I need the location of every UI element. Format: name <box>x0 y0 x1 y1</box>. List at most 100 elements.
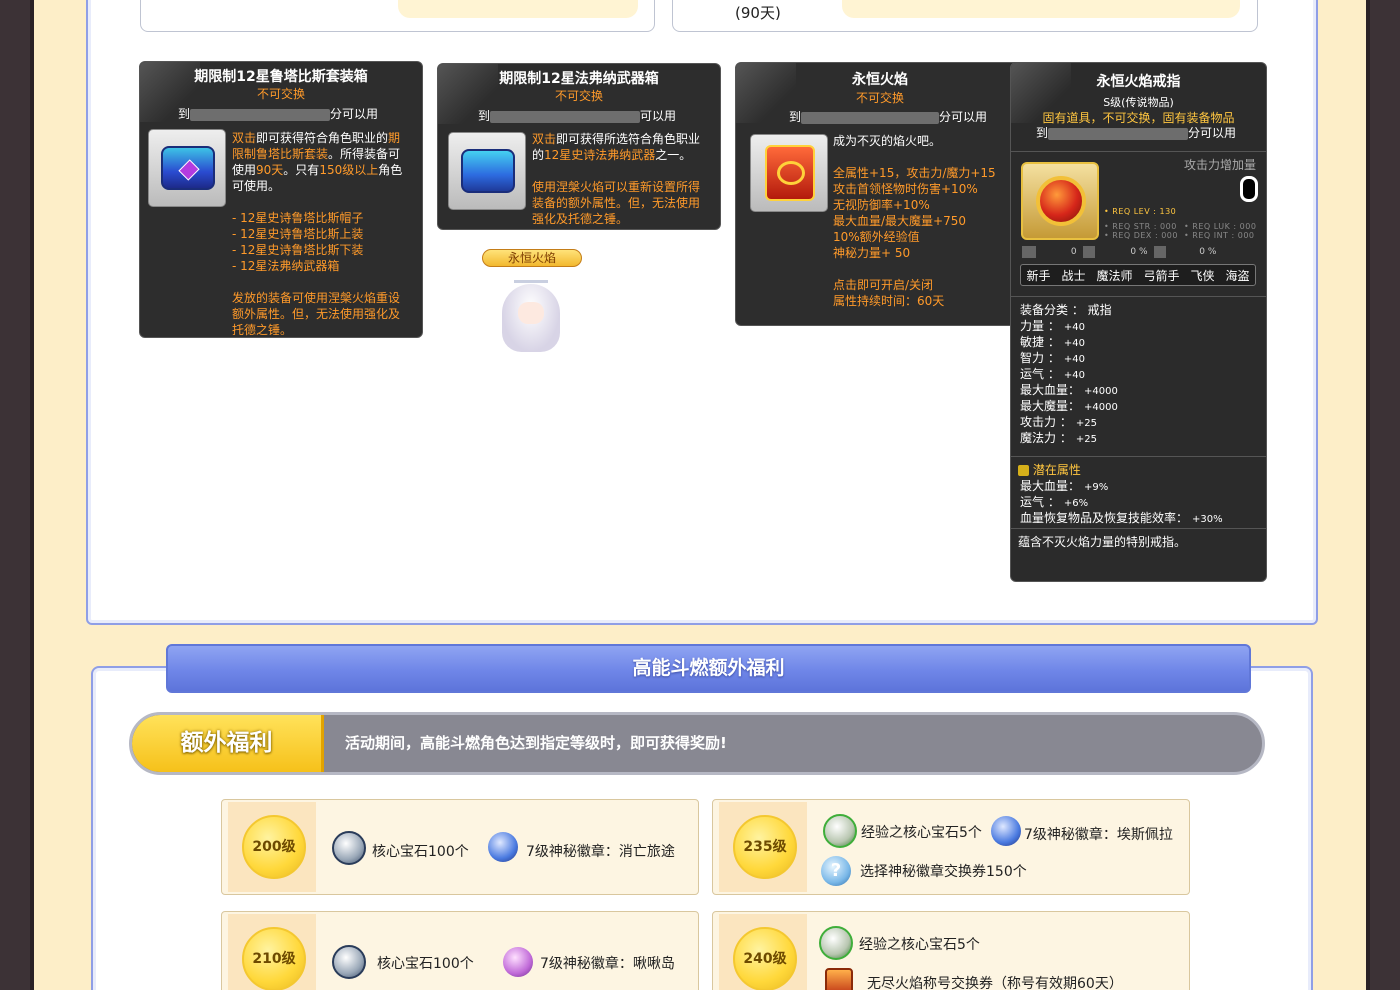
class-pirate: 海盗 <box>1225 268 1250 283</box>
equipment-stat: 装备分类 ： 戒指 <box>1020 302 1112 318</box>
stat-value: +4000 <box>1084 402 1118 413</box>
reward-card-210: 210级 核心宝石100个 7级神秘徽章：啾啾岛 <box>221 911 699 990</box>
stat-value: +40 <box>1063 322 1085 333</box>
redacted-date <box>1048 127 1189 140</box>
buff-stat-line: 攻击首领怪物时伤害+10% <box>833 182 978 196</box>
description-line: 使用90天。只有150级以上角色 <box>232 162 412 178</box>
stat-label: 运气 ： <box>1020 495 1060 509</box>
note-line: 发放的装备可使用涅槃火焰重设 <box>232 291 401 305</box>
trade-status: 不可交换 <box>855 91 904 105</box>
potential-stat: 血量恢复物品及恢复技能效率： +30% <box>1020 510 1223 528</box>
description-fragment: 12星史诗法弗纳武器 <box>544 148 656 162</box>
reward-card-200: 200级 核心宝石100个 7级神秘徽章：消亡旅途 <box>221 799 699 895</box>
description-fragment: 使用 <box>232 163 257 177</box>
stat-label: 力量 ： <box>1020 319 1060 333</box>
note-line: 使用涅槃火焰可以重新设置所得 <box>532 180 701 194</box>
equipment-stat: 魔法力 ： +25 <box>1020 430 1097 448</box>
description-fragment: 的 <box>532 148 545 162</box>
class-thief: 飞侠 <box>1190 268 1215 283</box>
stat-label: 运气 ： <box>1020 367 1060 381</box>
stat-label: 攻击力 ： <box>1020 415 1072 429</box>
stat-value: +40 <box>1063 338 1085 349</box>
expiry-line: 到分可以用 <box>178 107 379 121</box>
item-description: 成为不灭的焰火吧。 <box>833 134 942 148</box>
reward-text: 核心宝石100个 <box>377 956 474 972</box>
class-bowman: 弓箭手 <box>1143 268 1180 283</box>
description-line: 双击即可获得符合角色职业的期 <box>232 130 412 146</box>
weapon-chest-icon <box>461 149 515 193</box>
stat-label: 智力 ： <box>1020 351 1060 365</box>
stat-label: 血量恢复物品及恢复技能效率： <box>1020 511 1189 525</box>
potential-header: 潜在属性 <box>1018 462 1081 478</box>
section-banner: 高能斗燃额外福利 <box>166 644 1251 693</box>
selection-ticket-icon: ? <box>821 856 851 886</box>
stat-value: +25 <box>1075 434 1097 445</box>
tooltip-title: 永恒火焰 <box>852 72 908 88</box>
divider <box>1011 528 1266 529</box>
description-fragment: 限制鲁塔比斯套装 <box>232 147 329 161</box>
stat-value: +30% <box>1192 514 1223 525</box>
item-note: 使用涅槃火焰可以重新设置所得 装备的额外属性。但，无法使用 强化及托德之锤。 <box>532 179 700 227</box>
reward-text: 7级神秘徽章：埃斯佩拉 <box>1024 827 1173 843</box>
exp-core-gem-icon <box>819 926 853 960</box>
description-fragment: 期 <box>388 131 401 145</box>
potential-icon <box>1018 465 1029 476</box>
expiry-line: 到分可以用 <box>1036 126 1237 140</box>
description-fragment: 即可获得所选符合角色职业 <box>556 132 701 146</box>
reward-text: 经验之核心宝石5个 <box>859 937 980 953</box>
item-icon-frame <box>750 134 828 212</box>
flame-book-icon <box>765 145 815 201</box>
item-contents-list: - 12星史诗鲁塔比斯帽子 - 12星史诗鲁塔比斯上装 - 12星史诗鲁塔比斯下装 -… <box>232 210 363 274</box>
buff-stat-line: 10%额外经验值 <box>833 230 920 244</box>
item-description: 双击即可获得符合角色职业的期 限制鲁塔比斯套装。所得装备可 使用90天。只有150级… <box>232 130 412 194</box>
previous-card-pill-left <box>398 0 638 18</box>
contents-item: - 12星史诗鲁塔比斯帽子 <box>232 211 364 225</box>
item-flags: 固有道具，不可交换，固有装备物品 <box>1042 111 1235 125</box>
item-description: 双击即可获得所选符合角色职业 的12星史诗法弗纳武器之一。 <box>532 131 712 163</box>
level-badge: 235级 <box>733 815 797 879</box>
core-gem-icon <box>332 945 366 979</box>
exp-core-gem-icon <box>823 814 857 848</box>
divider <box>1011 151 1266 152</box>
item-icon-frame <box>1021 162 1099 240</box>
note-line: 额外属性。但，无法使用强化及 <box>232 307 401 321</box>
description-fragment: 90天 <box>256 163 284 177</box>
stat-label: 最大魔量： <box>1020 399 1081 413</box>
contents-item: - 12星法弗纳武器箱 <box>232 259 340 273</box>
redacted-date <box>490 110 641 123</box>
buff-footer-line: 属性持续时间：60天 <box>833 294 945 308</box>
class-magician: 魔法师 <box>1096 268 1133 283</box>
description-fragment: 即可获得符合角色职业的 <box>256 131 389 145</box>
description-fragment: 角色 <box>378 163 403 177</box>
req-dex: • REQ DEX : 000 <box>1104 231 1178 240</box>
stat-label: 魔法力 ： <box>1020 431 1072 445</box>
description-line: 可使用。 <box>232 178 412 194</box>
redacted-date <box>801 111 940 124</box>
redacted-date <box>190 108 331 121</box>
tooltip-title: 期限制12星鲁塔比斯套装箱 <box>194 69 368 85</box>
stat-label: 装备分类 ： 戒指 <box>1020 303 1112 317</box>
contents-item: - 12星史诗鲁塔比斯上装 <box>232 227 364 241</box>
stat-label: 最大血量： <box>1020 383 1081 397</box>
buff-footer: 点击即可开启/关闭 属性持续时间：60天 <box>833 277 944 309</box>
trade-status: 不可交换 <box>256 87 305 101</box>
character-avatar <box>498 280 564 360</box>
right-edge <box>1366 0 1370 990</box>
class-warrior: 战士 <box>1061 268 1086 283</box>
flame-ring-icon <box>1036 176 1086 226</box>
class-beginner: 新手 <box>1026 268 1051 283</box>
description-fragment: 150级以上 <box>319 163 379 177</box>
buff-stat-line: 神秘力量+ 50 <box>833 246 911 260</box>
item-icon-frame <box>448 132 526 210</box>
tooltip-lutabis-box: 期限制12星鲁塔比斯套装箱 不可交换 到分可以用 双击即可获得符合角色职业的期限… <box>139 61 423 338</box>
expiry-line: 到分可以用 <box>789 110 988 124</box>
stat-label: 最大血量： <box>1020 479 1081 493</box>
description-fragment: 双击 <box>232 131 257 145</box>
description-line: 双击即可获得所选符合角色职业 <box>532 131 712 147</box>
reward-card-240: 240级 经验之核心宝石5个 无尽火焰称号交换券（称号有效期60天） <box>712 911 1190 990</box>
description-fragment: 双击 <box>532 132 557 146</box>
req-int: • REQ INT : 000 <box>1184 231 1255 240</box>
stat-value: +6% <box>1063 498 1089 509</box>
arcane-symbol-icon <box>503 947 533 977</box>
title-ticket-icon <box>825 968 853 990</box>
